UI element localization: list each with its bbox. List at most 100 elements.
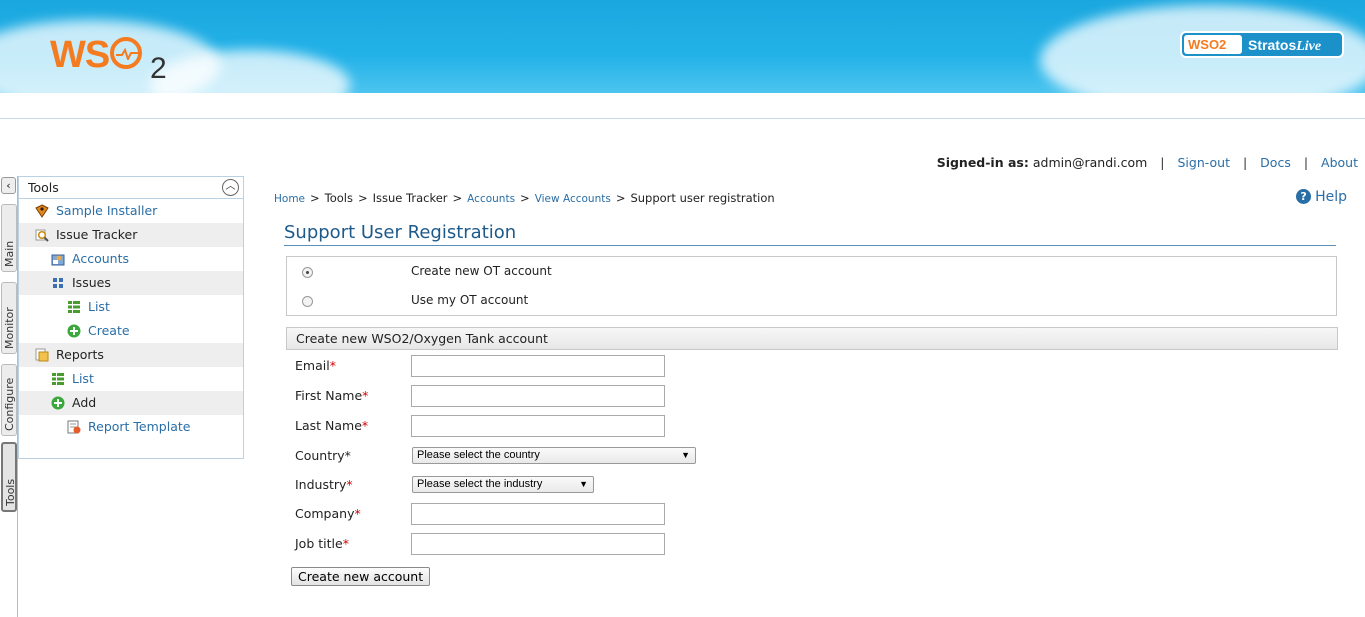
menu-item-label: Issue Tracker bbox=[56, 227, 138, 242]
breadcrumb-separator: > bbox=[358, 191, 368, 205]
menu-item-issues[interactable]: Issues bbox=[19, 271, 243, 295]
option-create-new[interactable]: Create new OT account bbox=[287, 259, 1336, 285]
job-title-field[interactable] bbox=[411, 533, 665, 555]
breadcrumb-separator: > bbox=[310, 191, 320, 205]
menu-item-sample-installer[interactable]: Sample Installer bbox=[19, 199, 243, 223]
report-template-icon bbox=[67, 420, 81, 434]
logo-o-icon bbox=[110, 36, 143, 69]
help-icon: ? bbox=[1296, 189, 1312, 204]
menu-item-label: Report Template bbox=[88, 419, 191, 434]
use-my-radio[interactable] bbox=[302, 296, 313, 307]
country-select-value: Please select the country bbox=[417, 449, 540, 461]
menu-item-label: Issues bbox=[72, 275, 111, 290]
industry-label: Industry* bbox=[295, 477, 353, 492]
tab-tools[interactable]: Tools bbox=[1, 442, 17, 512]
docs-link[interactable]: Docs bbox=[1260, 155, 1291, 170]
list-icon bbox=[68, 301, 80, 313]
email-label: Email* bbox=[295, 358, 336, 373]
menu-item-label: Sample Installer bbox=[56, 203, 158, 218]
link-separator: | bbox=[1303, 155, 1309, 170]
reports-icon bbox=[35, 348, 49, 362]
first-name-field[interactable] bbox=[411, 385, 665, 407]
user-links: Signed-in as: admin@randi.com | Sign-out… bbox=[937, 155, 1358, 170]
create-account-button[interactable]: Create new account bbox=[291, 567, 431, 586]
badge-brand: Stratos bbox=[1248, 37, 1297, 53]
breadcrumb-issue-tracker: Issue Tracker bbox=[372, 191, 448, 205]
menu-item-issues-create[interactable]: Create bbox=[19, 319, 243, 343]
menu-item-reports[interactable]: Reports bbox=[19, 343, 243, 367]
job-title-row: Job title* bbox=[295, 533, 795, 555]
country-row: Country* Please select the country ▼ bbox=[295, 445, 795, 467]
last-name-field[interactable] bbox=[411, 415, 665, 437]
tab-monitor[interactable]: Monitor bbox=[1, 282, 17, 354]
link-separator: | bbox=[1242, 155, 1248, 170]
use-my-label: Use my OT account bbox=[411, 293, 529, 307]
email-field[interactable] bbox=[411, 355, 665, 377]
badge-live: Live bbox=[1296, 39, 1322, 54]
tab-tools-label: Tools bbox=[4, 478, 17, 506]
tab-main[interactable]: Main bbox=[1, 204, 17, 272]
menu-item-reports-add[interactable]: Add bbox=[19, 391, 243, 415]
tools-menu-panel: Tools ︿ Sample Installer Issue Tracker A… bbox=[18, 176, 244, 459]
breadcrumb-separator: > bbox=[615, 191, 626, 205]
site-header: WS 2 WSO2 StratosLive bbox=[0, 0, 1365, 93]
menu-item-label: Create bbox=[88, 323, 130, 338]
collapse-up-icon[interactable]: ︿ bbox=[222, 179, 239, 196]
tab-configure[interactable]: Configure bbox=[1, 364, 17, 436]
wso2-logo[interactable]: WS 2 bbox=[50, 34, 167, 85]
installer-icon bbox=[35, 204, 49, 218]
industry-row: Industry* Please select the industry ▼ bbox=[295, 474, 795, 496]
menu-item-issues-list[interactable]: List bbox=[19, 295, 243, 319]
breadcrumb-tools: Tools bbox=[324, 191, 353, 205]
company-label: Company* bbox=[295, 506, 361, 521]
menu-item-reports-list[interactable]: List bbox=[19, 367, 243, 391]
collapse-menu-button[interactable]: ‹ bbox=[1, 177, 16, 194]
country-select[interactable]: Please select the country ▼ bbox=[412, 447, 696, 464]
menu-item-label: List bbox=[72, 371, 94, 386]
first-name-label: First Name* bbox=[295, 388, 369, 403]
country-label: Country* bbox=[295, 448, 351, 463]
dropdown-arrow-icon: ▼ bbox=[681, 450, 690, 460]
menu-item-accounts[interactable]: Accounts bbox=[19, 247, 243, 271]
help-link[interactable]: ? Help bbox=[1296, 189, 1347, 205]
link-separator: | bbox=[1160, 155, 1165, 170]
vertical-tab-bar: ‹ Main Monitor Configure Tools bbox=[0, 176, 18, 617]
signout-link[interactable]: Sign-out bbox=[1178, 155, 1230, 170]
breadcrumb-separator: > bbox=[452, 191, 463, 205]
company-row: Company* bbox=[295, 503, 795, 525]
add-circle-icon bbox=[51, 396, 65, 410]
dropdown-arrow-icon: ▼ bbox=[579, 479, 588, 489]
about-link[interactable]: About bbox=[1321, 155, 1358, 170]
stratos-live-badge[interactable]: WSO2 StratosLive bbox=[1180, 31, 1344, 58]
option-use-my[interactable]: Use my OT account bbox=[287, 288, 1336, 314]
help-label: Help bbox=[1315, 189, 1347, 205]
company-field[interactable] bbox=[411, 503, 665, 525]
breadcrumb-accounts-link[interactable]: Accounts bbox=[467, 193, 515, 205]
breadcrumb-view-accounts-link[interactable]: View Accounts bbox=[535, 193, 611, 205]
email-row: Email* bbox=[295, 355, 795, 377]
menu-item-label: Reports bbox=[56, 347, 104, 362]
menu-item-label: List bbox=[88, 299, 110, 314]
breadcrumb-home-link[interactable]: Home bbox=[274, 193, 305, 205]
last-name-label: Last Name* bbox=[295, 418, 369, 433]
menu-item-report-template[interactable]: Report Template bbox=[19, 415, 243, 439]
breadcrumb: Home > Tools > Issue Tracker > Accounts > View A… bbox=[274, 191, 775, 205]
tab-monitor-label: Monitor bbox=[3, 307, 16, 349]
create-new-radio[interactable] bbox=[302, 267, 313, 278]
industry-select-value: Please select the industry bbox=[417, 478, 543, 490]
tools-menu-header: Tools ︿ bbox=[19, 177, 243, 199]
add-circle-icon bbox=[67, 324, 81, 338]
page-title: Support User Registration bbox=[284, 222, 1336, 246]
menu-item-label: Accounts bbox=[72, 251, 129, 266]
menu-item-label: Add bbox=[72, 395, 97, 410]
breadcrumb-separator: > bbox=[520, 191, 530, 205]
job-title-label: Job title* bbox=[295, 536, 349, 551]
industry-select[interactable]: Please select the industry ▼ bbox=[412, 476, 594, 493]
menu-item-issue-tracker[interactable]: Issue Tracker bbox=[19, 223, 243, 247]
accounts-icon bbox=[51, 254, 65, 266]
tab-main-label: Main bbox=[3, 240, 16, 267]
form-section-header: Create new WSO2/Oxygen Tank account bbox=[286, 327, 1338, 350]
list-icon bbox=[52, 373, 64, 385]
create-new-label: Create new OT account bbox=[411, 264, 552, 278]
signed-in-user: admin@randi.com bbox=[1032, 155, 1148, 170]
